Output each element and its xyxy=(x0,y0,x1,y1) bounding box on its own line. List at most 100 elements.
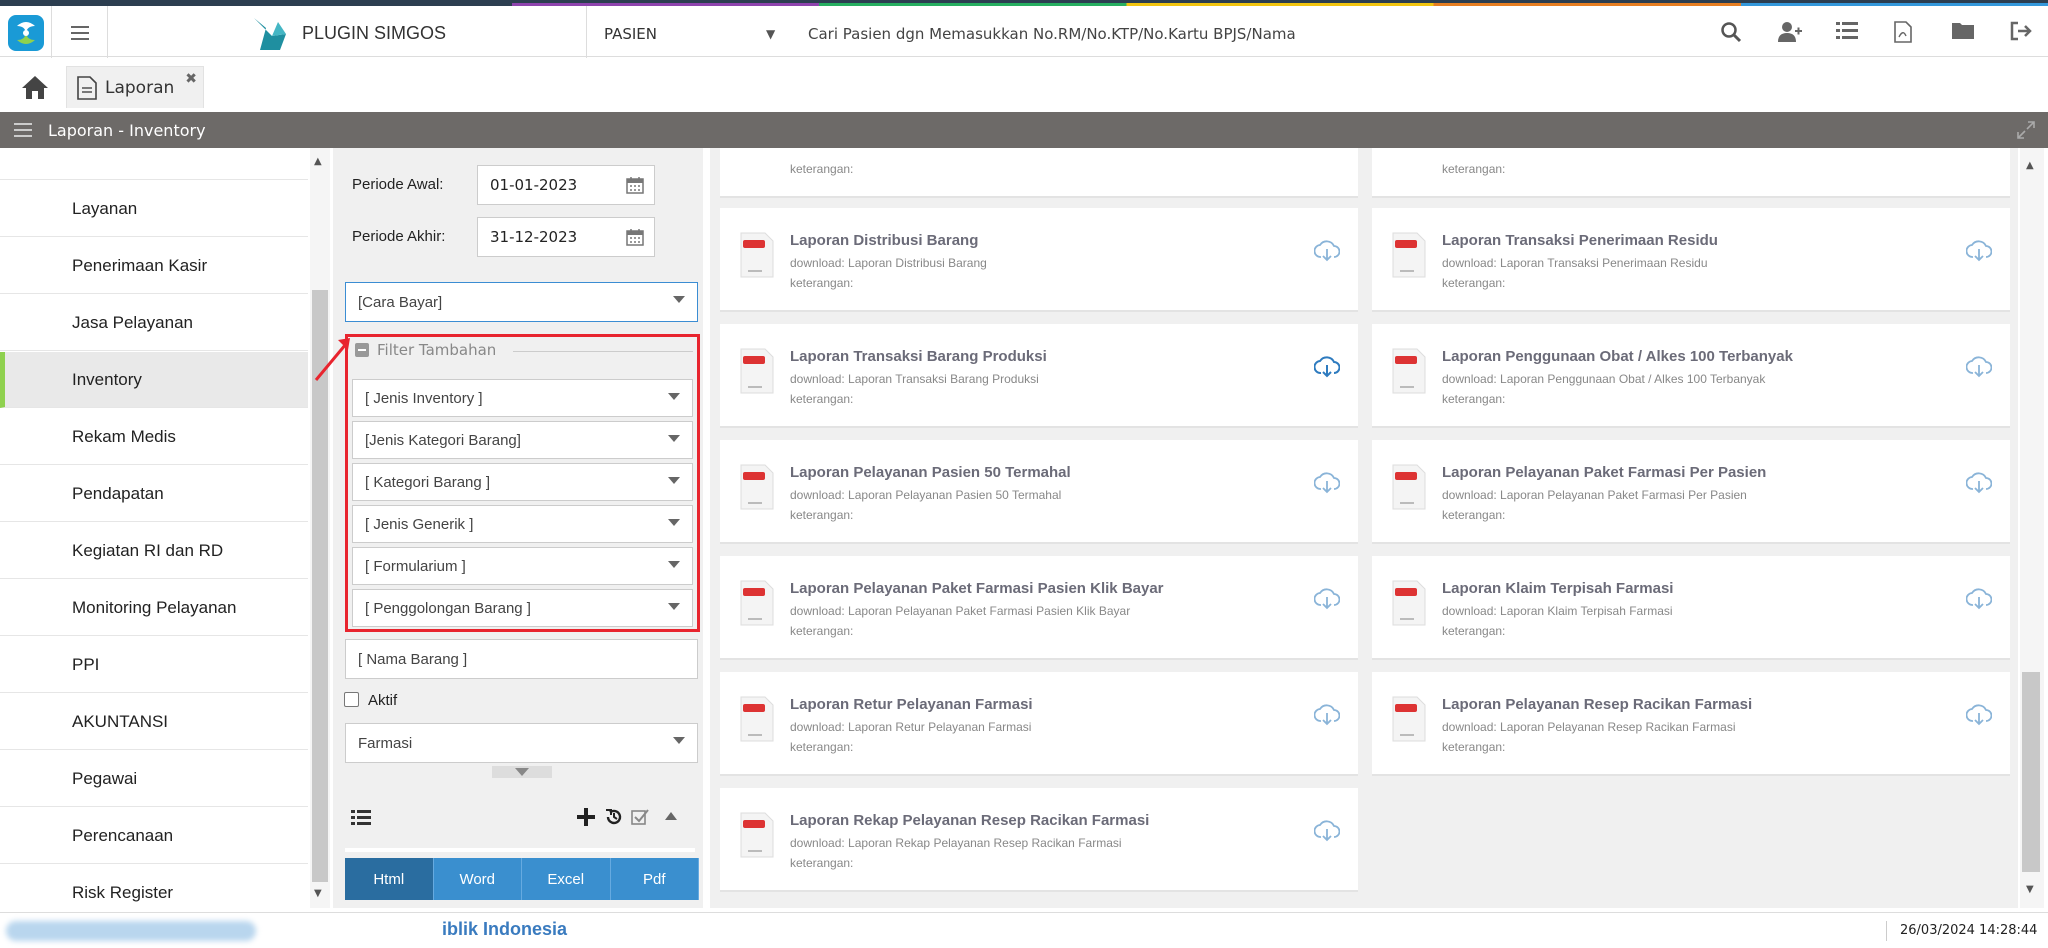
sidebar-item-inventory[interactable]: Inventory xyxy=(0,352,308,408)
scroll-down-arrow-icon[interactable]: ▼ xyxy=(314,888,322,899)
report-card[interactable]: Laporan Retur Pelayanan Farmasi download… xyxy=(720,672,1358,776)
scroll-up-arrow-icon[interactable]: ▲ xyxy=(2026,160,2034,171)
periode-awal-input[interactable]: 01-01-2023 xyxy=(477,165,655,205)
jenis-kategori-barang-select[interactable]: [Jenis Kategori Barang] xyxy=(352,421,693,459)
report-title[interactable]: Laporan Pelayanan Paket Farmasi Per Pasi… xyxy=(1442,464,1766,481)
report-title[interactable]: Laporan Klaim Terpisah Farmasi xyxy=(1442,580,1673,597)
menu-toggle-button[interactable] xyxy=(52,6,108,60)
list-icon[interactable] xyxy=(351,810,371,826)
report-download-text: download: Laporan Retur Pelayanan Farmas… xyxy=(790,720,1032,734)
report-card[interactable]: Laporan Klaim Terpisah Farmasi download:… xyxy=(1372,556,2010,660)
cloud-download-icon[interactable] xyxy=(1966,472,1992,494)
report-download-text: download: Laporan Transaksi Barang Produ… xyxy=(790,372,1039,386)
report-title[interactable]: Laporan Retur Pelayanan Farmasi xyxy=(790,696,1033,713)
patient-search-input[interactable]: Cari Pasien dgn Memasukkan No.RM/No.KTP/… xyxy=(808,25,1296,43)
expand-more-button[interactable] xyxy=(492,766,552,778)
formularium-select[interactable]: [ Formularium ] xyxy=(352,547,693,585)
report-card[interactable]: Laporan Transaksi Barang Produksi downlo… xyxy=(720,324,1358,428)
cloud-download-icon[interactable] xyxy=(1966,240,1992,262)
sidebar-item-kegiatan-ri-rd[interactable]: Kegiatan RI dan RD xyxy=(0,523,308,579)
report-list-scrollbar-thumb[interactable] xyxy=(2022,672,2040,872)
cloud-download-icon[interactable] xyxy=(1314,356,1340,378)
penggolongan-barang-select[interactable]: [ Penggolongan Barang ] xyxy=(352,589,693,627)
export-pdf-tab[interactable]: Pdf xyxy=(610,858,699,900)
sidebar-item-akuntansi[interactable]: AKUNTANSI xyxy=(0,694,308,750)
add-user-icon[interactable] xyxy=(1778,21,1802,43)
sidebar-item-monitoring-pelayanan[interactable]: Monitoring Pelayanan xyxy=(0,580,308,636)
report-card[interactable]: Laporan Pelayanan Paket Farmasi Pasien K… xyxy=(720,556,1358,660)
sidebar-item-layanan[interactable]: Layanan xyxy=(0,181,308,237)
search-icon[interactable] xyxy=(1720,21,1742,43)
kategori-barang-select[interactable]: [ Kategori Barang ] xyxy=(352,463,693,501)
cloud-download-icon[interactable] xyxy=(1314,588,1340,610)
sidebar-item-perencanaan[interactable]: Perencanaan xyxy=(0,808,308,864)
report-title[interactable]: Laporan Transaksi Barang Produksi xyxy=(790,348,1047,365)
sidebar-item-jasa-pelayanan[interactable]: Jasa Pelayanan xyxy=(0,295,308,351)
list-icon[interactable] xyxy=(1836,21,1858,43)
report-card[interactable]: Laporan Rekap Pelayanan Resep Racikan Fa… xyxy=(720,788,1358,892)
sidebar-item-pendapatan[interactable]: Pendapatan xyxy=(0,466,308,522)
hamburger-icon[interactable] xyxy=(14,123,32,137)
report-card[interactable]: Laporan Penggunaan Obat / Alkes 100 Terb… xyxy=(1372,324,2010,428)
app-logo[interactable] xyxy=(0,6,52,60)
scroll-down-arrow-icon[interactable]: ▼ xyxy=(2026,884,2034,895)
folder-icon[interactable] xyxy=(1952,21,1974,43)
sidebar-item-rekam-medis[interactable]: Rekam Medis xyxy=(0,409,308,465)
cara-bayar-select[interactable]: [Cara Bayar] xyxy=(345,282,698,322)
unit-select[interactable]: Farmasi xyxy=(345,723,698,763)
report-title[interactable]: Laporan Pelayanan Resep Racikan Farmasi xyxy=(1442,696,1752,713)
add-icon[interactable] xyxy=(577,808,595,826)
calendar-icon[interactable] xyxy=(626,176,644,194)
periode-akhir-input[interactable]: 31-12-2023 xyxy=(477,217,655,257)
report-title[interactable]: Laporan Transaksi Penerimaan Residu xyxy=(1442,232,1718,249)
periode-awal-value: 01-01-2023 xyxy=(490,176,578,194)
cloud-download-icon[interactable] xyxy=(1314,704,1340,726)
pdf-file-icon[interactable] xyxy=(1894,21,1916,43)
cloud-download-icon[interactable] xyxy=(1314,820,1340,842)
report-card[interactable]: Laporan Pelayanan Pasien 50 Termahal dow… xyxy=(720,440,1358,544)
patient-type-select[interactable]: PASIEN xyxy=(604,25,784,43)
report-list: keterangan: keterangan: Laporan Distribu… xyxy=(710,148,2018,908)
chevron-up-icon[interactable] xyxy=(665,812,677,820)
tab-laporan[interactable]: Laporan ✖ xyxy=(66,66,204,108)
nama-barang-input[interactable]: [ Nama Barang ] xyxy=(345,639,698,679)
report-title[interactable]: Laporan Penggunaan Obat / Alkes 100 Terb… xyxy=(1442,348,1793,365)
report-card[interactable]: Laporan Pelayanan Paket Farmasi Per Pasi… xyxy=(1372,440,2010,544)
sidebar-item-ppi[interactable]: PPI xyxy=(0,637,308,693)
report-card[interactable]: Laporan Pelayanan Resep Racikan Farmasi … xyxy=(1372,672,2010,776)
export-word-tab[interactable]: Word xyxy=(433,858,522,900)
sidebar-item-risk-register[interactable]: Risk Register xyxy=(0,865,308,908)
expand-icon[interactable] xyxy=(2016,120,2036,144)
export-excel-tab[interactable]: Excel xyxy=(522,858,611,900)
aktif-checkbox[interactable] xyxy=(344,692,359,707)
jenis-generik-select[interactable]: [ Jenis Generik ] xyxy=(352,505,693,543)
cloud-download-icon[interactable] xyxy=(1966,356,1992,378)
report-title[interactable]: Laporan Rekap Pelayanan Resep Racikan Fa… xyxy=(790,812,1149,829)
jenis-inventory-value: [ Jenis Inventory ] xyxy=(365,389,483,407)
home-icon[interactable] xyxy=(20,74,50,104)
jenis-inventory-select[interactable]: [ Jenis Inventory ] xyxy=(352,379,693,417)
close-icon[interactable]: ✖ xyxy=(185,71,197,87)
cloud-download-icon[interactable] xyxy=(1966,588,1992,610)
nama-barang-value: [ Nama Barang ] xyxy=(358,650,468,668)
report-card[interactable]: Laporan Transaksi Penerimaan Residu down… xyxy=(1372,208,2010,312)
cloud-download-icon[interactable] xyxy=(1314,472,1340,494)
history-icon[interactable] xyxy=(605,808,623,826)
report-card-partial[interactable]: keterangan: xyxy=(1372,148,2010,198)
logout-icon[interactable] xyxy=(2010,21,2032,43)
report-title[interactable]: Laporan Distribusi Barang xyxy=(790,232,978,249)
report-keterangan: keterangan: xyxy=(790,162,854,176)
calendar-icon[interactable] xyxy=(626,228,644,246)
chevron-down-icon[interactable]: ▼ xyxy=(766,27,775,41)
scroll-up-arrow-icon[interactable]: ▲ xyxy=(314,156,322,167)
report-title[interactable]: Laporan Pelayanan Paket Farmasi Pasien K… xyxy=(790,580,1164,597)
sidebar-item-penerimaan-kasir[interactable]: Penerimaan Kasir xyxy=(0,238,308,294)
report-title[interactable]: Laporan Pelayanan Pasien 50 Termahal xyxy=(790,464,1071,481)
check-square-icon[interactable] xyxy=(631,808,649,826)
export-html-tab[interactable]: Html xyxy=(345,858,434,900)
sidebar-item-pegawai[interactable]: Pegawai xyxy=(0,751,308,807)
report-card[interactable]: Laporan Distribusi Barang download: Lapo… xyxy=(720,208,1358,312)
cloud-download-icon[interactable] xyxy=(1966,704,1992,726)
cloud-download-icon[interactable] xyxy=(1314,240,1340,262)
report-card-partial[interactable]: keterangan: xyxy=(720,148,1358,198)
